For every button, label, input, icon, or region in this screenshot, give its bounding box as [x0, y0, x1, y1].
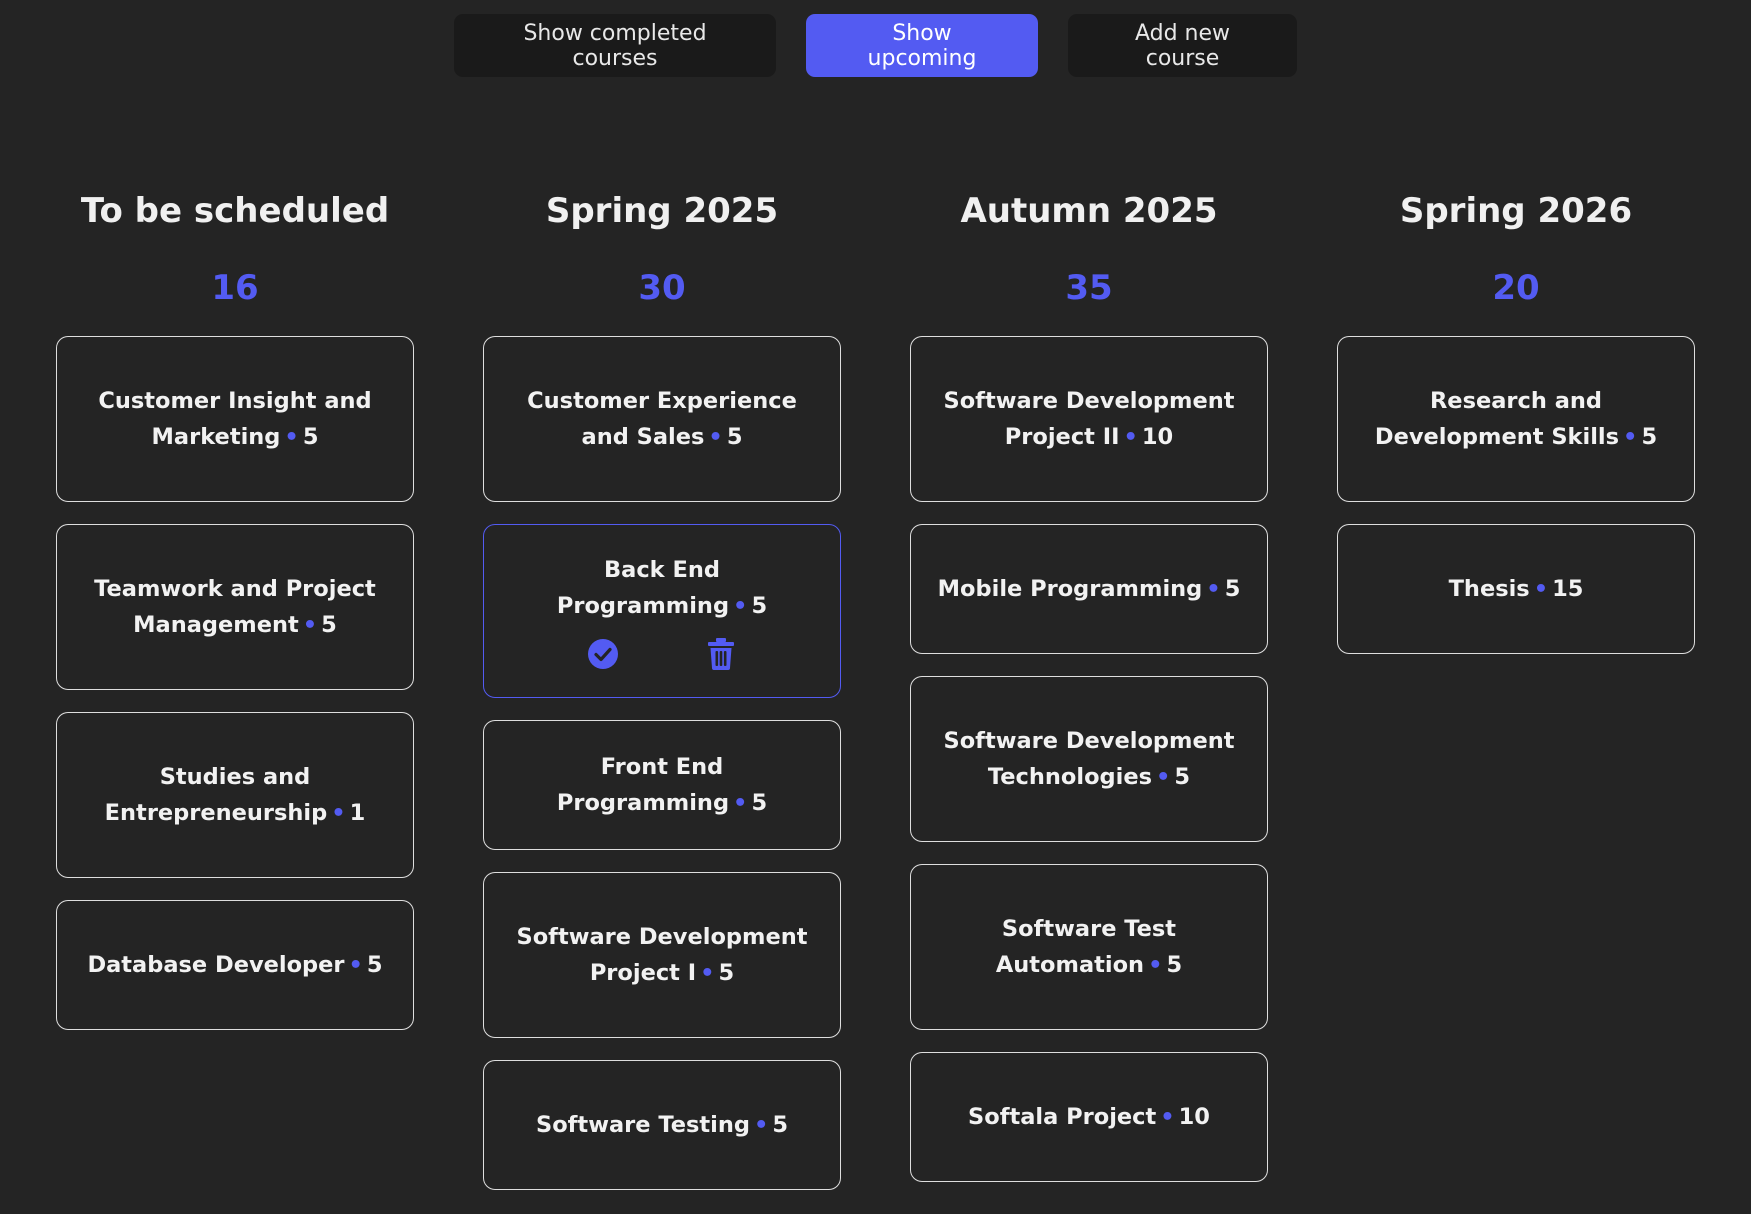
- course-credits: 5: [366, 952, 383, 978]
- show-completed-courses-button[interactable]: Show completed courses: [454, 14, 776, 77]
- course-credits: 1: [349, 800, 366, 826]
- column-credit-total: 20: [1492, 268, 1540, 308]
- separator-dot: •: [1160, 1104, 1175, 1130]
- separator-dot: •: [733, 593, 748, 619]
- course-name: Customer Insight and Marketing: [98, 388, 372, 450]
- course-name: Customer Experience and Sales: [527, 388, 797, 450]
- separator-dot: •: [1206, 576, 1221, 602]
- separator-dot: •: [1533, 576, 1549, 602]
- course-name: Software Testing: [535, 1112, 750, 1138]
- separator-dot: •: [708, 424, 723, 450]
- toolbar: Show completed courses Show upcoming Add…: [0, 14, 1751, 77]
- course-credits: 5: [751, 593, 768, 619]
- semester-board: To be scheduled 16 Customer Insight and …: [56, 186, 1698, 1190]
- separator-dot: •: [1156, 764, 1171, 790]
- course-name: Software Development Project I: [516, 924, 808, 986]
- course-card[interactable]: Mobile Programming • 5: [910, 524, 1268, 654]
- course-card[interactable]: Customer Insight and Marketing • 5: [56, 336, 414, 502]
- course-card[interactable]: Studies and Entrepreneurship • 1: [56, 712, 414, 878]
- course-card[interactable]: Software Testing • 5: [483, 1060, 841, 1190]
- course-card[interactable]: Front End Programming • 5: [483, 720, 841, 850]
- course-list: Customer Experience and Sales • 5 Back End…: [483, 336, 841, 1190]
- course-card[interactable]: Teamwork and Project Management • 5: [56, 524, 414, 690]
- course-credits: 5: [321, 612, 337, 638]
- course-name: Softala Project: [968, 1104, 1157, 1130]
- separator-dot: •: [331, 800, 346, 826]
- course-card[interactable]: Software Development Project II • 10: [910, 336, 1268, 502]
- course-card[interactable]: Research and Development Skills • 5: [1337, 336, 1695, 502]
- course-name: Software Development Project II: [943, 388, 1235, 450]
- course-credits: 5: [1174, 764, 1191, 790]
- course-credits: 5: [718, 960, 735, 986]
- separator-dot: •: [1623, 424, 1638, 450]
- separator-dot: •: [733, 790, 748, 816]
- course-name: Thesis: [1448, 576, 1530, 602]
- course-name: Software Development Technologies: [943, 728, 1235, 790]
- course-credits: 5: [1166, 952, 1183, 978]
- course-name: Back End Programming: [556, 557, 730, 619]
- course-name: Research and Development Skills: [1374, 388, 1620, 450]
- course-card[interactable]: Softala Project • 10: [910, 1052, 1268, 1182]
- card-actions: [587, 638, 737, 670]
- course-credits: 15: [1552, 576, 1584, 602]
- course-credits: 5: [302, 424, 319, 450]
- course-card[interactable]: Customer Experience and Sales • 5: [483, 336, 841, 502]
- column-credit-total: 30: [638, 268, 686, 308]
- course-card[interactable]: Software Development Project I • 5: [483, 872, 841, 1038]
- column-title: Autumn 2025: [960, 191, 1218, 231]
- column-title: Spring 2026: [1399, 191, 1633, 231]
- course-card[interactable]: Software Test Automation • 5: [910, 864, 1268, 1030]
- add-new-course-button[interactable]: Add new course: [1068, 14, 1297, 77]
- course-name: Database Developer: [87, 952, 345, 978]
- course-credits: 10: [1141, 424, 1174, 450]
- course-list: Research and Development Skills • 5 Thesis…: [1337, 336, 1695, 654]
- column-credit-total: 35: [1065, 268, 1113, 308]
- course-credits: 10: [1178, 1104, 1210, 1130]
- separator-dot: •: [1123, 424, 1138, 450]
- trash-icon[interactable]: [705, 638, 737, 670]
- course-credits: 5: [1641, 424, 1658, 450]
- course-card[interactable]: Software Development Technologies • 5: [910, 676, 1268, 842]
- course-credits: 5: [726, 424, 743, 450]
- course-credits: 5: [1224, 576, 1241, 602]
- separator-dot: •: [1148, 952, 1163, 978]
- column-credit-total: 16: [211, 268, 259, 308]
- separator-dot: •: [284, 424, 299, 450]
- show-upcoming-button[interactable]: Show upcoming: [806, 14, 1038, 77]
- course-card[interactable]: Database Developer • 5: [56, 900, 414, 1030]
- separator-dot: •: [348, 952, 363, 978]
- course-name: Front End Programming: [556, 754, 730, 816]
- column-spring-2026: Spring 2026 20 Research and Development …: [1337, 186, 1695, 1190]
- course-card[interactable]: Thesis • 15: [1337, 524, 1695, 654]
- course-card-selected[interactable]: Back End Programming • 5: [483, 524, 841, 698]
- separator-dot: •: [302, 612, 318, 638]
- course-list: Customer Insight and Marketing • 5 Teamwor…: [56, 336, 414, 1030]
- column-to-be-scheduled: To be scheduled 16 Customer Insight and …: [56, 186, 414, 1190]
- course-name: Mobile Programming: [937, 576, 1203, 602]
- course-credits: 5: [751, 790, 768, 816]
- separator-dot: •: [753, 1112, 769, 1138]
- check-circle-icon[interactable]: [587, 638, 619, 670]
- column-title: To be scheduled: [80, 191, 390, 231]
- column-title: Spring 2025: [545, 191, 779, 231]
- course-list: Software Development Project II • 10 Mobil…: [910, 336, 1268, 1182]
- course-name: Studies and Entrepreneurship: [104, 764, 328, 826]
- separator-dot: •: [700, 960, 715, 986]
- column-spring-2025: Spring 2025 30 Customer Experience and S…: [483, 186, 841, 1190]
- course-credits: 5: [772, 1112, 789, 1138]
- column-autumn-2025: Autumn 2025 35 Software Development Proj…: [910, 186, 1268, 1190]
